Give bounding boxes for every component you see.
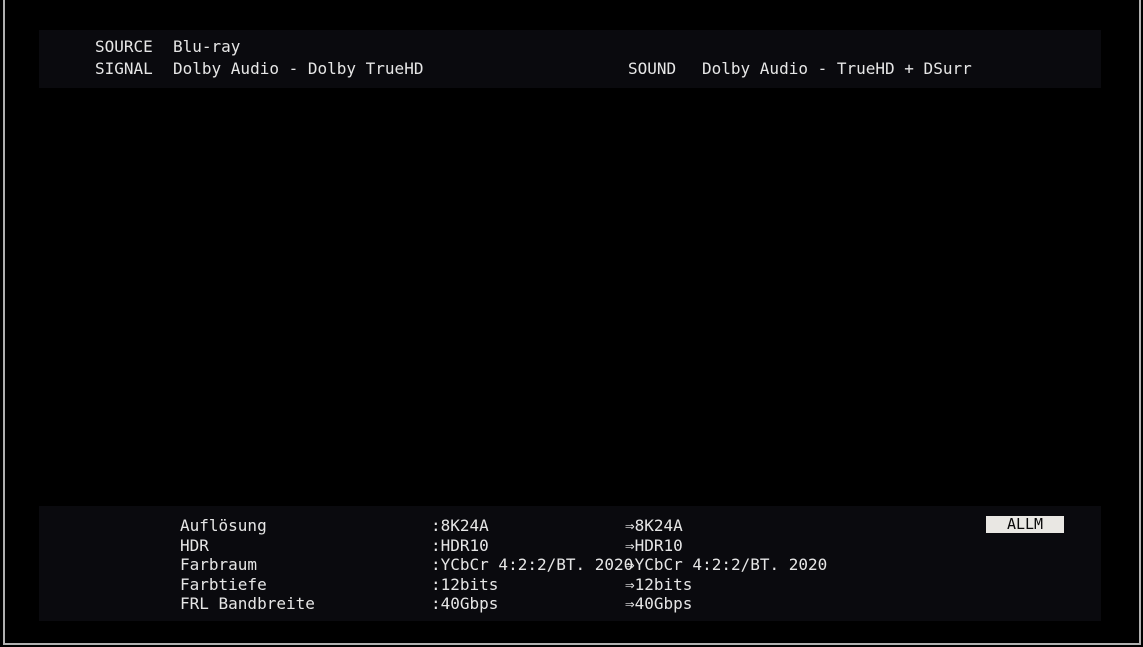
info-input-value: :YCbCr 4:2:2/BT. 2020 (431, 555, 625, 575)
signal-value: Dolby Audio - Dolby TrueHD (173, 60, 423, 78)
status-bar: SOURCE Blu-ray SIGNAL Dolby Audio - Dolb… (39, 30, 1101, 88)
info-label: HDR (180, 536, 431, 556)
info-row-hdr: HDR :HDR10 ⇒HDR10 (180, 536, 827, 556)
info-input-value: :12bits (431, 575, 625, 595)
info-row-color-depth: Farbtiefe :12bits ⇒12bits (180, 575, 827, 595)
sound-label: SOUND (628, 60, 676, 78)
source-value: Blu-ray (173, 38, 240, 56)
info-label: Auflösung (180, 516, 431, 536)
info-output-value: ⇒40Gbps (625, 594, 692, 614)
info-output-value: ⇒HDR10 (625, 536, 683, 556)
info-input-value: :40Gbps (431, 594, 625, 614)
info-output-value: ⇒12bits (625, 575, 692, 595)
video-info-table: Auflösung :8K24A ⇒8K24A HDR :HDR10 ⇒HDR1… (180, 516, 827, 614)
source-label: SOURCE (95, 38, 153, 56)
info-output-value: ⇒8K24A (625, 516, 683, 536)
info-output-value: ⇒YCbCr 4:2:2/BT. 2020 (625, 555, 827, 575)
info-input-value: :HDR10 (431, 536, 625, 556)
info-row-resolution: Auflösung :8K24A ⇒8K24A (180, 516, 827, 536)
info-label: Farbraum (180, 555, 431, 575)
video-info-panel: Auflösung :8K24A ⇒8K24A HDR :HDR10 ⇒HDR1… (39, 506, 1101, 621)
info-row-color-space: Farbraum :YCbCr 4:2:2/BT. 2020 ⇒YCbCr 4:… (180, 555, 827, 575)
av-receiver-osd-screen: { "status_bar": { "source": { "label": "… (0, 0, 1143, 647)
info-label: Farbtiefe (180, 575, 431, 595)
info-input-value: :8K24A (431, 516, 625, 536)
info-row-frl-bandwidth: FRL Bandbreite :40Gbps ⇒40Gbps (180, 594, 827, 614)
info-label: FRL Bandbreite (180, 594, 431, 614)
sound-value: Dolby Audio - TrueHD + DSurr (702, 60, 972, 78)
allm-status-badge: ALLM (986, 516, 1064, 533)
signal-label: SIGNAL (95, 60, 153, 78)
